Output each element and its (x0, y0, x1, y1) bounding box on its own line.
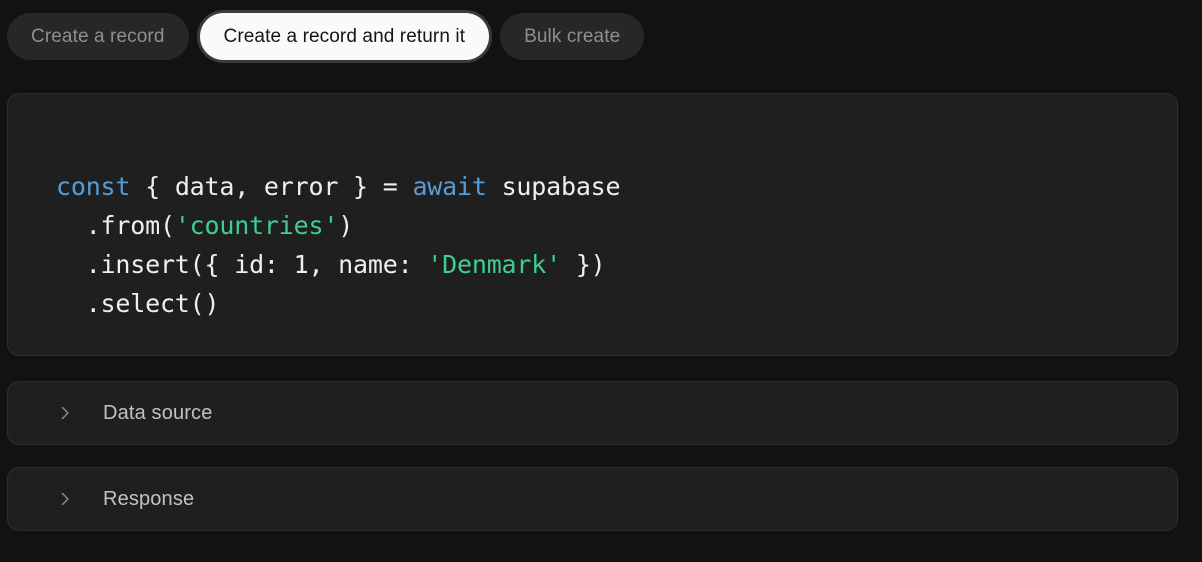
code-token-pln: }) (561, 250, 606, 279)
code-token-kw: const (56, 172, 130, 201)
code-token-pln: ) (338, 211, 353, 240)
tab-create-a-record[interactable]: Create a record (7, 13, 189, 60)
tab-bulk-create[interactable]: Bulk create (500, 13, 644, 60)
code-sample-content: const { data, error } = await supabase .… (56, 172, 620, 318)
tab-create-a-record-and-return-it[interactable]: Create a record and return it (200, 13, 490, 60)
chevron-right-icon (57, 405, 73, 421)
accordion-data-source[interactable]: Data source (7, 381, 1178, 445)
chevron-right-icon (57, 491, 73, 507)
code-example-panel: Create a record Create a record and retu… (0, 0, 1202, 562)
code-token-pln: { data, error } = (130, 172, 412, 201)
accordion-response-label: Response (103, 488, 194, 511)
code-token-kw: await (412, 172, 486, 201)
code-token-str: 'countries' (175, 211, 338, 240)
accordion-response[interactable]: Response (7, 467, 1178, 531)
code-sample: const { data, error } = await supabase .… (56, 167, 620, 323)
code-token-pln: .insert({ id: 1, name: (56, 250, 427, 279)
code-token-pln: .from( (56, 211, 175, 240)
code-sample-panel: const { data, error } = await supabase .… (7, 93, 1178, 356)
example-variant-tabs: Create a record Create a record and retu… (7, 13, 644, 60)
accordion-data-source-label: Data source (103, 402, 212, 425)
code-token-pln: .select() (56, 289, 219, 318)
code-token-str: 'Denmark' (427, 250, 561, 279)
code-token-pln: supabase (487, 172, 621, 201)
